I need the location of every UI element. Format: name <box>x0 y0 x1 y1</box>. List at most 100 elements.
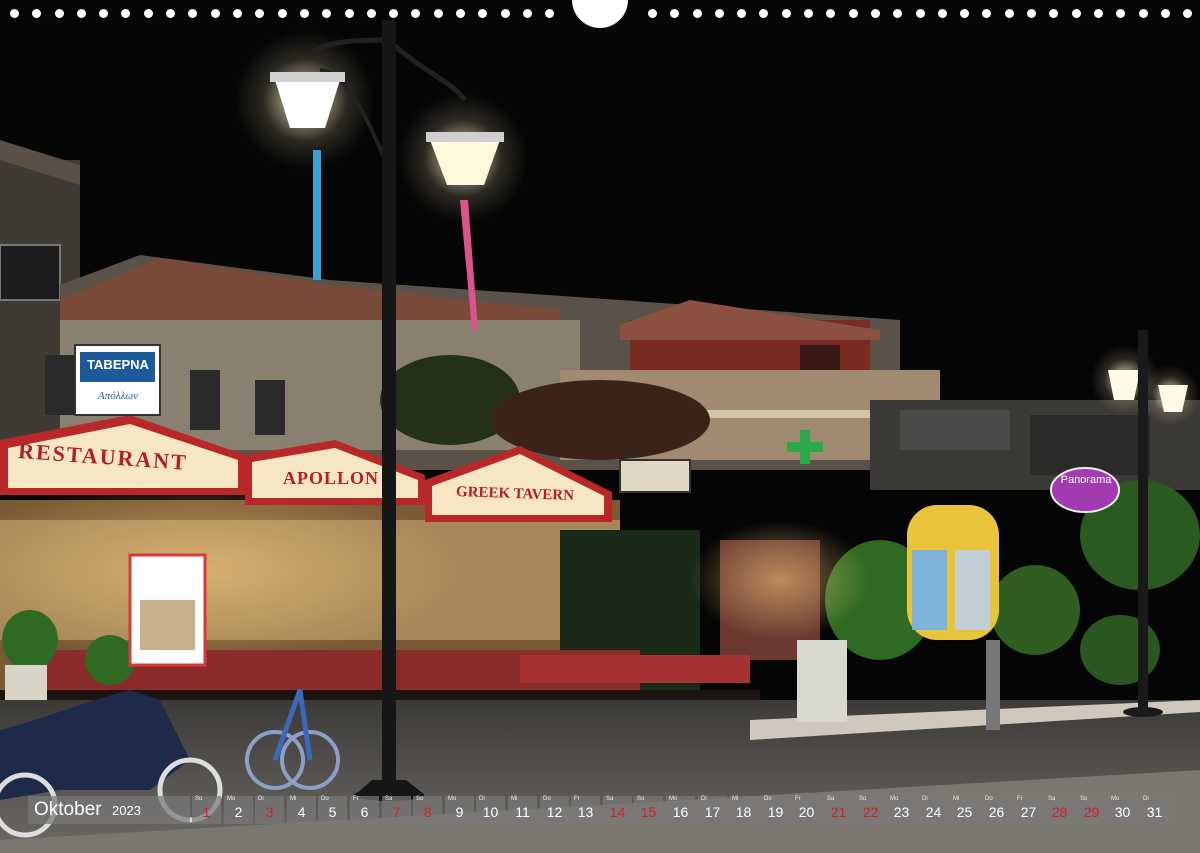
binding-hole <box>938 9 947 18</box>
calendar-day: Di 17 <box>698 796 727 824</box>
calendar-day: Do 19 <box>761 796 790 824</box>
day-number: 14 <box>609 804 626 820</box>
calendar-day: Fr 6 <box>350 796 379 824</box>
weekday-abbr: So <box>195 796 203 802</box>
binding-hole <box>166 9 175 18</box>
binding-hole <box>10 9 19 18</box>
binding-hole <box>693 9 702 18</box>
weekday-abbr: Di <box>701 796 707 802</box>
binding-hole <box>1183 9 1192 18</box>
calendar-day: Do 12 <box>540 796 569 824</box>
binding-hole <box>759 9 768 18</box>
weekday-abbr: Mo <box>669 796 678 802</box>
binding-hole <box>456 9 465 18</box>
weekday-abbr: Do <box>321 796 329 802</box>
binding-hole <box>804 9 813 18</box>
calendar-day: Mo 16 <box>666 796 695 824</box>
day-number: 13 <box>577 804 594 820</box>
calendar-day: Sa 7 <box>382 796 411 824</box>
binding-hole <box>32 9 41 18</box>
weekday-abbr: So <box>416 796 424 802</box>
calendar-day: Di 10 <box>476 796 505 824</box>
binding-hole <box>478 9 487 18</box>
day-number: 19 <box>767 804 784 820</box>
calendar-page: RESTAURANT APOLLON GREEK TAVERN ΤΑΒΕΡΝΑ … <box>0 0 1200 853</box>
weekday-abbr: Do <box>985 796 993 802</box>
taverna-sign: ΤΑΒΕΡΝΑ <box>87 357 149 372</box>
hanger-hole <box>572 0 628 28</box>
calendar-day: Fr 13 <box>571 796 600 824</box>
day-number: 23 <box>893 804 910 820</box>
binding-hole <box>188 9 197 18</box>
calendar-day: Mo 30 <box>1108 796 1137 824</box>
calendar-day: Do 26 <box>982 796 1011 824</box>
binding-hole <box>916 9 925 18</box>
binding-hole <box>648 9 657 18</box>
day-number: 31 <box>1146 804 1163 820</box>
day-number: 21 <box>830 804 847 820</box>
binding-hole <box>1027 9 1036 18</box>
binding-hole <box>144 9 153 18</box>
day-number: 9 <box>455 804 464 820</box>
binding-hole <box>345 9 354 18</box>
day-number: 26 <box>988 804 1005 820</box>
day-number: 3 <box>265 804 274 820</box>
binding-hole <box>278 9 287 18</box>
calendar-day: Mi 25 <box>950 796 979 824</box>
binding-hole <box>211 9 220 18</box>
month-label-box: Oktober 2023 <box>28 796 190 824</box>
weekday-abbr: So <box>637 796 645 802</box>
day-number: 29 <box>1083 804 1100 820</box>
day-number: 22 <box>862 804 879 820</box>
day-number: 7 <box>392 804 401 820</box>
weekday-abbr: Sa <box>1048 796 1056 802</box>
day-number: 8 <box>423 804 432 820</box>
calendar-day: Mi 4 <box>287 796 316 824</box>
calendar-day: Mi 11 <box>508 796 537 824</box>
binding-hole <box>77 9 86 18</box>
weekday-abbr: Mi <box>511 796 518 802</box>
weekday-abbr: Di <box>479 796 485 802</box>
day-number: 4 <box>297 804 306 820</box>
binding-hole <box>871 9 880 18</box>
binding-hole <box>322 9 331 18</box>
calendar-day: Di 24 <box>919 796 948 824</box>
calendar-day: Mo 23 <box>887 796 916 824</box>
day-number: 16 <box>672 804 689 820</box>
weekday-abbr: Do <box>543 796 551 802</box>
day-number: 28 <box>1051 804 1068 820</box>
binding-hole <box>670 9 679 18</box>
binding-hole <box>1161 9 1170 18</box>
calendar-day: So 1 <box>192 796 221 824</box>
binding-hole <box>782 9 791 18</box>
calendar-day: So 29 <box>1077 796 1106 824</box>
calendar-day: Di 31 <box>1140 796 1169 824</box>
weekday-abbr: Fr <box>574 796 580 802</box>
binding-hole <box>849 9 858 18</box>
binding-hole <box>389 9 398 18</box>
day-number: 6 <box>360 804 369 820</box>
day-number: 24 <box>925 804 942 820</box>
weekday-abbr: Sa <box>827 796 835 802</box>
binding-hole <box>523 9 532 18</box>
binding-hole <box>1072 9 1081 18</box>
binding-hole <box>960 9 969 18</box>
binding-hole <box>737 9 746 18</box>
binding-hole <box>545 9 554 18</box>
binding-hole <box>233 9 242 18</box>
binding-hole <box>1049 9 1058 18</box>
weekday-abbr: So <box>859 796 867 802</box>
day-number: 25 <box>956 804 973 820</box>
day-number: 11 <box>515 804 530 820</box>
weekday-abbr: So <box>1080 796 1088 802</box>
binding-hole <box>1094 9 1103 18</box>
calendar-day: Mo 9 <box>445 796 474 824</box>
day-number: 30 <box>1114 804 1131 820</box>
binding-hole <box>255 9 264 18</box>
calendar-day: Di 3 <box>255 796 284 824</box>
calendar-day: So 8 <box>413 796 442 824</box>
weekday-abbr: Fr <box>795 796 801 802</box>
binding-hole <box>1005 9 1014 18</box>
weekday-abbr: Di <box>258 796 264 802</box>
day-number: 1 <box>202 804 211 820</box>
